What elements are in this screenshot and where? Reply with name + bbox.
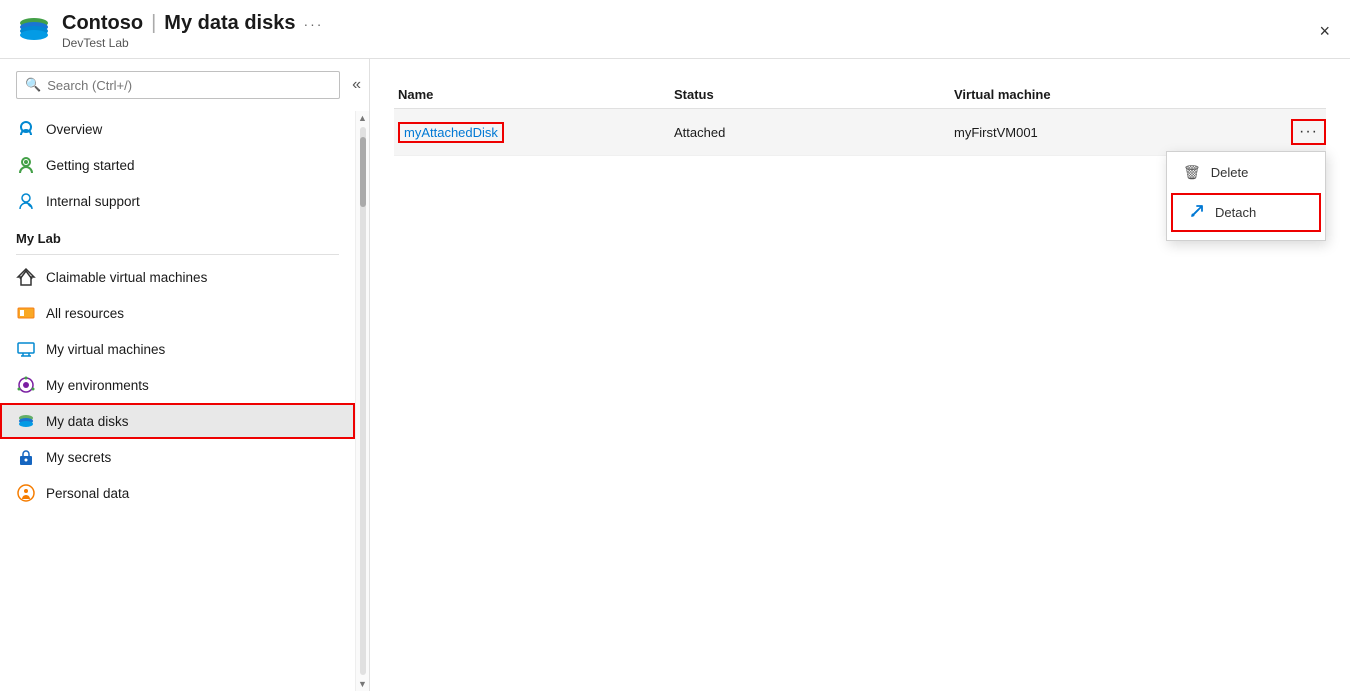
- sidebar-item-claimable-vms[interactable]: Claimable virtual machines: [0, 259, 355, 295]
- overview-label: Overview: [46, 122, 102, 137]
- cell-vm: myFirstVM001: [954, 125, 1291, 140]
- internal-support-label: Internal support: [46, 194, 140, 209]
- my-secrets-icon: [16, 447, 36, 467]
- context-menu: 🗑 Delete Detach: [1166, 151, 1326, 241]
- my-lab-divider: [16, 254, 339, 255]
- claimable-vms-icon: [16, 267, 36, 287]
- my-data-disks-label: My data disks: [46, 414, 129, 429]
- table-row: myAttachedDisk Attached myFirstVM001 ···…: [394, 109, 1326, 156]
- menu-item-delete[interactable]: 🗑 Delete: [1167, 156, 1325, 189]
- sidebar-item-getting-started[interactable]: Getting started: [0, 147, 355, 183]
- header-ellipsis[interactable]: ···: [303, 16, 323, 32]
- main-layout: 🔍 « Overview: [0, 59, 1350, 691]
- detach-icon: [1189, 203, 1205, 222]
- sidebar-inner: Overview Getting started: [0, 111, 369, 691]
- my-environments-icon: [16, 375, 36, 395]
- internal-support-icon: [16, 191, 36, 211]
- header-title: Contoso | My data disks ···: [62, 12, 323, 35]
- personal-data-icon: [16, 483, 36, 503]
- delete-label: Delete: [1211, 165, 1249, 180]
- sidebar-item-overview[interactable]: Overview: [0, 111, 355, 147]
- my-vms-icon: [16, 339, 36, 359]
- scroll-track: [360, 127, 366, 675]
- brand-name: Contoso: [62, 12, 143, 35]
- delete-icon: 🗑: [1183, 164, 1201, 181]
- sidebar-item-my-data-disks[interactable]: My data disks: [0, 403, 355, 439]
- col-vm-header: Virtual machine: [954, 87, 1326, 102]
- sidebar-scrollbar: ▲ ▼: [355, 111, 369, 691]
- sidebar-item-personal-data[interactable]: Personal data: [0, 475, 355, 511]
- sidebar-scroll: Overview Getting started: [0, 111, 355, 691]
- sidebar-item-my-environments[interactable]: My environments: [0, 367, 355, 403]
- cell-name: myAttachedDisk: [394, 122, 674, 143]
- header-left: Contoso | My data disks ··· DevTest Lab: [16, 12, 323, 50]
- sidebar-item-internal-support[interactable]: Internal support: [0, 183, 355, 219]
- all-resources-icon: [16, 303, 36, 323]
- search-row: 🔍 «: [0, 59, 369, 111]
- menu-item-detach[interactable]: Detach: [1171, 193, 1321, 232]
- table-header: Name Status Virtual machine: [394, 79, 1326, 109]
- sidebar: 🔍 « Overview: [0, 59, 370, 691]
- scroll-up-arrow[interactable]: ▲: [358, 111, 367, 125]
- title-separator: |: [151, 12, 156, 35]
- search-bar: 🔍: [16, 71, 340, 99]
- header-title-group: Contoso | My data disks ··· DevTest Lab: [62, 12, 323, 50]
- header-subtitle: DevTest Lab: [62, 36, 323, 50]
- collapse-sidebar-button[interactable]: «: [352, 76, 361, 94]
- page-title: My data disks: [164, 12, 295, 35]
- sidebar-item-my-vms[interactable]: My virtual machines: [0, 331, 355, 367]
- content-area: Name Status Virtual machine myAttachedDi…: [370, 59, 1350, 691]
- scroll-down-arrow[interactable]: ▼: [358, 677, 367, 691]
- my-lab-section-label: My Lab: [0, 219, 355, 250]
- search-icon: 🔍: [25, 77, 41, 93]
- cell-actions: ··· 🗑 Delete: [1291, 119, 1326, 145]
- getting-started-icon: [16, 155, 36, 175]
- col-status-header: Status: [674, 87, 954, 102]
- cell-status: Attached: [674, 125, 954, 140]
- my-vms-label: My virtual machines: [46, 342, 165, 357]
- sidebar-item-my-secrets[interactable]: My secrets: [0, 439, 355, 475]
- col-name-header: Name: [394, 87, 674, 102]
- sidebar-item-all-resources[interactable]: All resources: [0, 295, 355, 331]
- personal-data-label: Personal data: [46, 486, 129, 501]
- disk-name-link[interactable]: myAttachedDisk: [398, 122, 504, 143]
- my-environments-label: My environments: [46, 378, 149, 393]
- overview-icon: [16, 119, 36, 139]
- scroll-thumb: [360, 137, 366, 207]
- close-button[interactable]: ×: [1315, 17, 1334, 46]
- contoso-icon: [16, 13, 52, 49]
- my-data-disks-icon: [16, 411, 36, 431]
- row-more-button[interactable]: ···: [1291, 119, 1326, 145]
- search-input[interactable]: [47, 78, 331, 93]
- all-resources-label: All resources: [46, 306, 124, 321]
- getting-started-label: Getting started: [46, 158, 135, 173]
- my-secrets-label: My secrets: [46, 450, 111, 465]
- detach-label: Detach: [1215, 205, 1256, 220]
- claimable-vms-label: Claimable virtual machines: [46, 270, 207, 285]
- header: Contoso | My data disks ··· DevTest Lab …: [0, 0, 1350, 59]
